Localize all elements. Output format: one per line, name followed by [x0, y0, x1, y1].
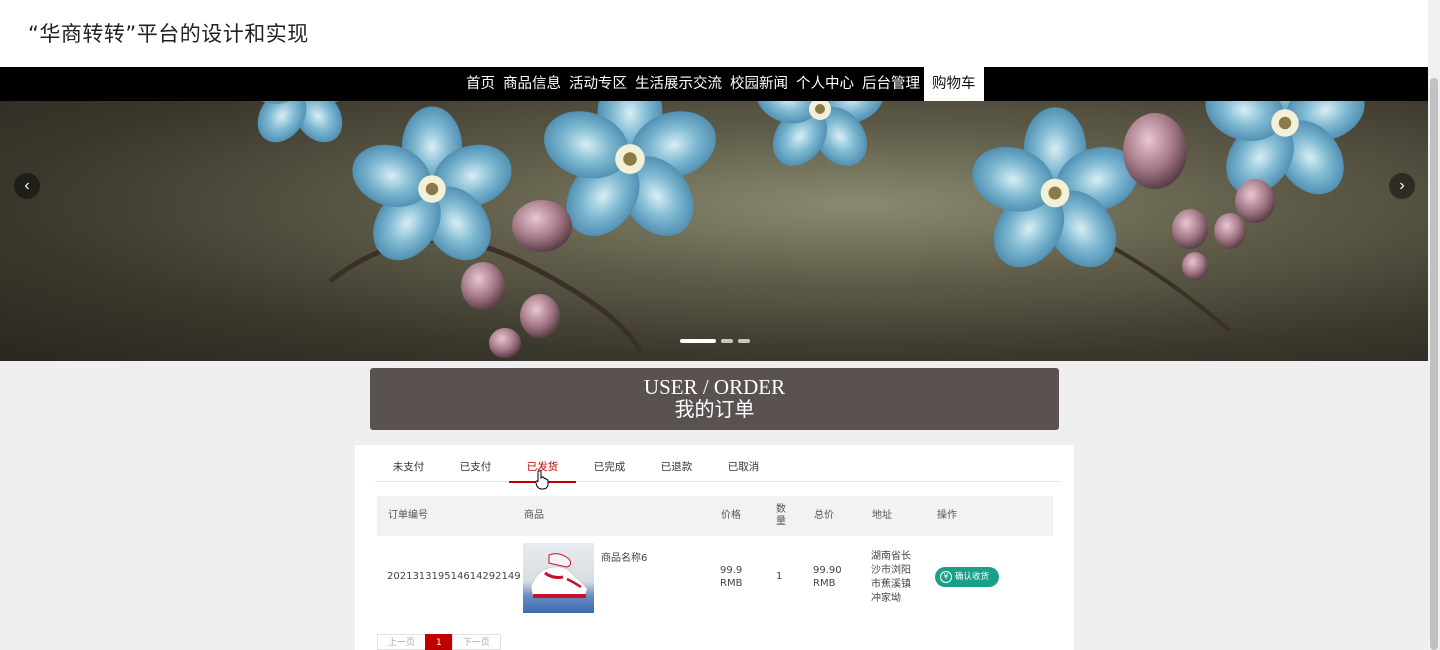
quantity: 1 — [776, 571, 783, 582]
tab-paid[interactable]: 已支付 — [442, 445, 509, 482]
pagination: 上一页 1 下一页 — [377, 634, 501, 650]
order-panel: 未支付 已支付 已发货 已完成 已退款 已取消 订单编号 商品 价格 数量 总价… — [355, 445, 1074, 650]
column-header-address: 地址 — [872, 510, 892, 521]
column-header-order-no: 订单编号 — [388, 510, 428, 521]
nav-item-admin[interactable]: 后台管理 — [858, 67, 924, 101]
nav-item-life-exchange[interactable]: 生活展示交流 — [631, 67, 726, 101]
unit-price: 99.9 RMB — [720, 565, 743, 589]
hand-cursor-icon — [535, 470, 549, 490]
order-section-header: USER / ORDER 我的订单 — [370, 368, 1059, 430]
tab-cancelled[interactable]: 已取消 — [710, 445, 777, 482]
nav-item-activities[interactable]: 活动专区 — [565, 67, 631, 101]
carousel-dot[interactable] — [738, 339, 750, 343]
column-header-price: 价格 — [721, 510, 741, 521]
nav-item-products[interactable]: 商品信息 — [499, 67, 565, 101]
tab-completed[interactable]: 已完成 — [576, 445, 643, 482]
nav-item-campus-news[interactable]: 校园新闻 — [726, 67, 792, 101]
banner-carousel: ‹ › — [0, 101, 1428, 361]
order-number: 2021313195146142921​49 — [387, 571, 521, 582]
column-header-action: 操作 — [937, 510, 957, 521]
prev-page-button[interactable]: 上一页 — [377, 634, 427, 650]
nav-item-home[interactable]: 首页 — [462, 67, 499, 101]
main-nav: 首页 商品信息 活动专区 生活展示交流 校园新闻 个人中心 后台管理 购物车 — [0, 67, 1428, 101]
site-header: “华商转转”平台的设计和实现 — [0, 0, 1428, 67]
column-header-product: 商品 — [524, 510, 544, 521]
tab-unpaid[interactable]: 未支付 — [375, 445, 442, 482]
scrollbar-thumb[interactable] — [1430, 78, 1438, 650]
column-header-total: 总价 — [814, 510, 834, 521]
carousel-dot[interactable] — [680, 339, 716, 343]
carousel-prev-button[interactable]: ‹ — [14, 173, 40, 199]
nav-item-cart[interactable]: 购物车 — [924, 67, 984, 101]
yen-icon: ¥ — [940, 571, 952, 583]
section-title-zh: 我的订单 — [674, 399, 755, 421]
confirm-receipt-label: 确认收货 — [955, 572, 990, 582]
tab-refunded[interactable]: 已退款 — [643, 445, 710, 482]
next-page-button[interactable]: 下一页 — [451, 634, 501, 650]
nav-item-personal-center[interactable]: 个人中心 — [792, 67, 858, 101]
table-row: 2021313195146142921​49 商品名称6 99.9 RMB 1 … — [377, 536, 1053, 626]
order-status-tabs: 未支付 已支付 已发货 已完成 已退款 已取消 — [375, 445, 1061, 483]
column-header-qty: 数量 — [776, 504, 786, 527]
section-title-en: USER / ORDER — [643, 375, 786, 399]
banner-flowers-image — [236, 101, 1373, 358]
product-name[interactable]: 商品名称6 — [601, 549, 647, 564]
order-table-header: 订单编号 商品 价格 数量 总价 地址 操作 — [377, 496, 1053, 536]
shipping-address: 湖南省长沙市浏阳市蕉溪镇冲家坳 — [871, 551, 911, 604]
page-scrollbar[interactable] — [1428, 0, 1440, 650]
product-thumbnail[interactable] — [523, 543, 594, 613]
total-price: 99.90 RMB — [813, 565, 842, 589]
carousel-dot[interactable] — [721, 339, 733, 343]
confirm-receipt-button[interactable]: ¥ 确认收货 — [935, 567, 999, 587]
carousel-indicators — [680, 339, 750, 343]
carousel-next-button[interactable]: › — [1389, 173, 1415, 199]
site-title: “华商转转”平台的设计和实现 — [28, 22, 309, 46]
sneaker-image — [530, 553, 588, 598]
page-number-current[interactable]: 1 — [425, 634, 453, 650]
